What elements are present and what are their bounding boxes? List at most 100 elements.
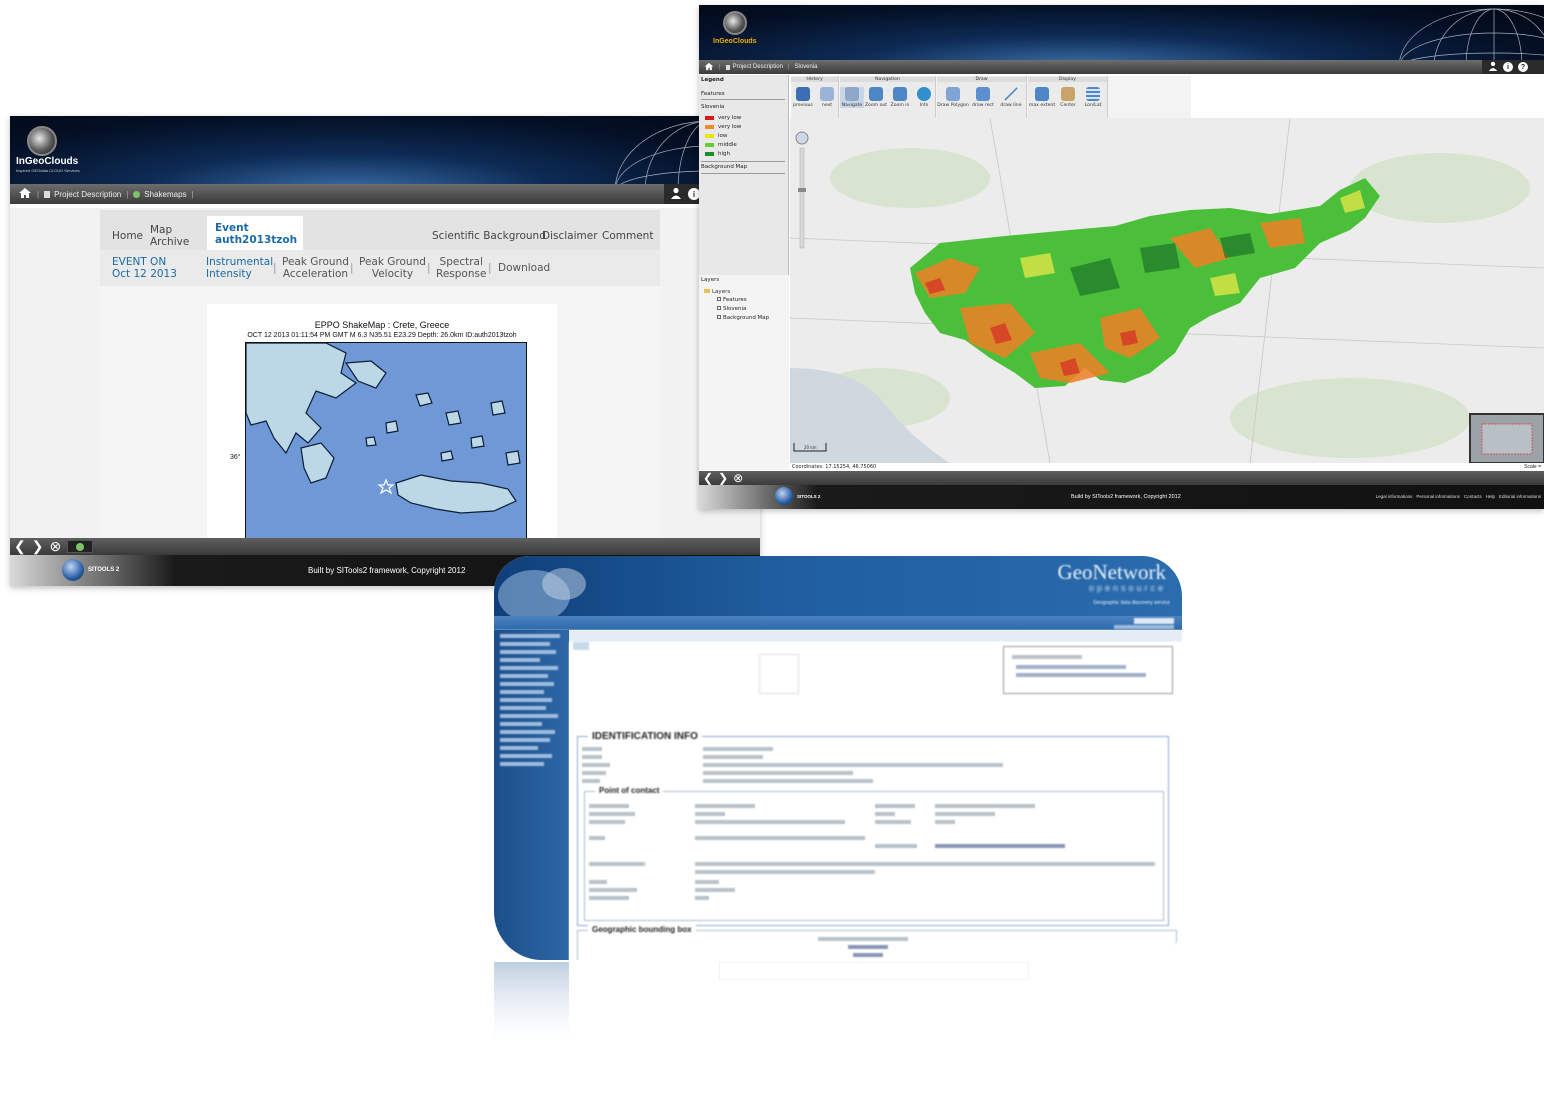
legend-title: Legend (701, 77, 724, 83)
subnav-peak-ground-acceleration[interactable]: Peak Ground Acceleration (282, 256, 349, 280)
sidebar-item[interactable] (500, 634, 560, 638)
tool-center[interactable]: Center (1056, 87, 1080, 108)
breadcrumb-slovenia[interactable]: Slovenia (794, 64, 817, 70)
home-icon[interactable] (704, 62, 714, 73)
active-task-icon[interactable] (67, 540, 94, 553)
tool-lonlat[interactable]: Lon/Lat (1080, 87, 1106, 108)
checkbox-icon[interactable] (717, 315, 721, 319)
tool-info[interactable]: Info (912, 87, 936, 108)
redo-icon (820, 87, 834, 101)
layer-item-background-map[interactable]: Background Map (717, 315, 769, 321)
layer-item-slovenia[interactable]: Slovenia (717, 306, 746, 312)
sidebar-item[interactable] (500, 738, 550, 742)
sitools-label: SITOOLS 2 (797, 493, 821, 499)
user-icon[interactable] (1488, 61, 1498, 73)
sidebar-item[interactable] (500, 754, 552, 758)
sidebar-item[interactable] (500, 682, 554, 686)
back-arrow-icon[interactable]: ❮ (14, 538, 26, 555)
event-date-label: EVENT ON Oct 12 2013 (112, 256, 177, 280)
tab-disclaimer[interactable]: Disclaimer (542, 230, 598, 242)
layer-item-label: Slovenia (723, 306, 747, 312)
metadata-tab[interactable] (573, 642, 589, 650)
tool-next[interactable]: next (815, 87, 839, 108)
subnav-peak-ground-velocity[interactable]: Peak Ground Velocity (359, 256, 426, 280)
tool-draw-line[interactable]: draw line (997, 87, 1025, 108)
sidebar-item[interactable] (500, 690, 544, 694)
home-icon[interactable] (18, 187, 32, 201)
tab-comment[interactable]: Comment (602, 230, 653, 242)
tab-scientific-background[interactable]: Scientific Background (432, 230, 546, 242)
breadcrumb-shakemaps[interactable]: Shakemaps (133, 190, 187, 199)
slovenia-window: InGeoClouds | Project Description | Slov… (699, 5, 1544, 509)
layer-item-features[interactable]: Features (717, 297, 747, 303)
tab-home[interactable]: Home (112, 230, 143, 242)
checkbox-icon[interactable] (717, 306, 721, 310)
login-buttons[interactable] (1114, 625, 1174, 629)
shakemap-area: EPPO ShakeMap : Crete, Greece OCT 12 201… (100, 286, 660, 562)
close-circle-icon[interactable]: ⊗ (49, 538, 61, 555)
subnav-download[interactable]: Download (498, 262, 550, 274)
tool-previous[interactable]: previous (791, 87, 815, 108)
tool-draw-rect[interactable]: draw rect (969, 87, 997, 108)
greece-landmass (246, 343, 526, 561)
forward-arrow-icon[interactable]: ❯ (718, 471, 728, 485)
slovenia-map: 20 km (790, 118, 1544, 463)
footer-link-personal[interactable]: Personal informations (1416, 494, 1460, 499)
tool-zoom-out[interactable]: Zoom out (864, 87, 888, 108)
back-arrow-icon[interactable]: ❮ (703, 471, 713, 485)
tool-zoom-in[interactable]: Zoom in (888, 87, 912, 108)
tool-label: Navigate (841, 103, 863, 108)
legend-class-label: middle (718, 142, 737, 148)
sidebar-item[interactable] (500, 714, 558, 718)
search-input[interactable] (1134, 618, 1174, 624)
sidebar-item[interactable] (500, 674, 548, 678)
tool-max-extent[interactable]: max extent (1028, 87, 1056, 108)
breadcrumb-bar: | Project Description | Shakemaps | i (10, 184, 760, 204)
shakemap-map[interactable] (245, 342, 527, 562)
footer-link-help[interactable]: Help (1486, 494, 1495, 499)
window-controls-bar: ❮ ❯ ⊗ (10, 538, 760, 555)
tool-navigate[interactable]: Navigate (840, 87, 864, 108)
close-circle-icon[interactable]: ⊗ (733, 471, 743, 485)
sidebar-item[interactable] (500, 642, 550, 646)
footer-link-legal[interactable]: Legal informations (1376, 494, 1413, 499)
toolbar-group-title: History (791, 77, 838, 82)
help-icon[interactable]: ? (1518, 62, 1528, 72)
tool-label: max extent (1028, 103, 1056, 108)
sidebar-item[interactable] (500, 762, 544, 766)
tab-map-archive[interactable]: Map Archive (150, 224, 189, 248)
breadcrumb-project[interactable]: Project Description (725, 64, 783, 70)
user-icon[interactable] (670, 187, 682, 201)
breadcrumb-separator: | (787, 64, 790, 70)
sidebar-item[interactable] (500, 746, 538, 750)
legend-class: very low (705, 124, 741, 130)
document-icon (725, 64, 730, 70)
subnav-spectral-response[interactable]: Spectral Response (436, 256, 486, 280)
sidebar-item[interactable] (500, 698, 552, 702)
breadcrumb-project[interactable]: Project Description (44, 190, 121, 199)
footer-links: Legal informations Personal informations… (1376, 494, 1541, 499)
subnav-divider: | (273, 262, 277, 274)
sidebar-item[interactable] (500, 658, 540, 662)
sidebar-item[interactable] (500, 650, 556, 654)
geonetwork-nav-strip (494, 616, 1182, 630)
sitools-label: SITOOLS 2 (88, 567, 120, 573)
tool-draw-polygon[interactable]: Draw Polygon (937, 87, 969, 108)
subnav-instrumental-intensity[interactable]: Instrumental Intensity (206, 256, 273, 280)
layers-root[interactable]: Layers (704, 289, 730, 295)
footer-link-contacts[interactable]: Contacts (1464, 494, 1482, 499)
overview-map[interactable] (1469, 413, 1544, 463)
sidebar-item[interactable] (500, 666, 558, 670)
footer-link-editorial[interactable]: Editorial informations (1499, 494, 1541, 499)
map-viewport[interactable]: 20 km (790, 118, 1544, 463)
sidebar-item[interactable] (500, 722, 542, 726)
forward-arrow-icon[interactable]: ❯ (32, 538, 44, 555)
checkbox-icon[interactable] (717, 297, 721, 301)
sidebar-item[interactable] (500, 706, 546, 710)
legend-background-map[interactable]: Background Map (701, 164, 747, 170)
info-icon[interactable]: i (1503, 62, 1513, 72)
legend-features[interactable]: Features (701, 91, 725, 97)
breadcrumb-bar: | Project Description | Slovenia i ? (699, 60, 1544, 74)
sidebar-item[interactable] (500, 730, 555, 734)
tab-event[interactable]: Event auth2013tzoh (207, 216, 303, 250)
